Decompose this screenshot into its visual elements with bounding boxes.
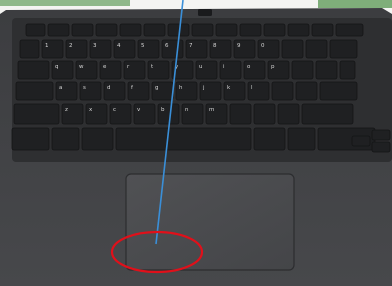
key-label: 0 — [261, 43, 265, 49]
keyboard-key — [81, 127, 114, 151]
key-label: m — [209, 107, 214, 113]
keyboard-key — [11, 127, 50, 151]
keyboard-key — [253, 127, 286, 151]
keyboard-key — [47, 23, 70, 37]
keyboard-key — [287, 23, 310, 37]
keyboard-key — [229, 103, 252, 125]
keyboard-key — [215, 23, 238, 37]
key-label: z — [65, 107, 68, 113]
keyboard-key — [19, 39, 40, 59]
keyboard-key — [17, 60, 50, 80]
keyboard-key — [25, 23, 46, 37]
key-label: 7 — [189, 43, 193, 49]
keyboard-key — [301, 103, 354, 125]
key-label: u — [199, 64, 203, 70]
arrow-key — [371, 129, 391, 141]
key-label: c — [113, 107, 116, 113]
keyboard-key — [119, 23, 142, 37]
key-label: 8 — [213, 43, 217, 49]
key-label: d — [107, 85, 111, 91]
keyboard-key — [319, 81, 358, 101]
keyboard-key — [51, 127, 80, 151]
touchpad — [125, 173, 295, 271]
keyboard-key — [95, 23, 118, 37]
green-edge-left — [0, 0, 130, 6]
key-label: 6 — [165, 43, 169, 49]
keyboard-key — [263, 23, 286, 37]
key-label: 2 — [69, 43, 73, 49]
key-label: a — [59, 85, 62, 91]
arrow-key — [371, 141, 391, 153]
keyboard-key — [281, 39, 304, 59]
key-label: s — [83, 85, 86, 91]
laptop-photo: 1234567890qwertyuiopasdfghjklzxcvbnm — [0, 0, 392, 286]
keyboard-key — [315, 60, 338, 80]
keyboard-key — [291, 60, 314, 80]
key-label: n — [185, 107, 189, 113]
keyboard-key — [287, 127, 316, 151]
key-label: 4 — [117, 43, 121, 49]
hinge-camera — [198, 9, 212, 16]
keyboard-key — [277, 103, 300, 125]
key-label: 3 — [93, 43, 97, 49]
keyboard-key — [15, 81, 54, 101]
key-label: 5 — [141, 43, 145, 49]
key-label: 1 — [45, 43, 49, 49]
keyboard-key — [335, 23, 364, 37]
key-label: w — [79, 64, 84, 70]
keyboard-key — [329, 39, 358, 59]
key-label: p — [271, 64, 275, 70]
key-label: 9 — [237, 43, 241, 49]
keyboard-key — [295, 81, 318, 101]
key-label: g — [155, 85, 159, 91]
keyboard: 1 2 3 4 5 6 7 8 9 0q w e r t y u i o pa s d f g h j k lz x c v b n m — [11, 23, 391, 153]
keyboard-key — [305, 39, 328, 59]
photo-canvas: 1 2 3 4 5 6 7 8 9 0q w e r t y u i o pa s d f g h j k lz x c v b n m — [0, 0, 392, 286]
keyboard-key — [71, 23, 94, 37]
keyboard-key — [13, 103, 60, 125]
keyboard-key — [339, 60, 356, 80]
key-label: h — [179, 85, 183, 91]
key-label: b — [161, 107, 165, 113]
keyboard-key — [271, 81, 294, 101]
keyboard-key — [239, 23, 262, 37]
keyboard-key — [253, 103, 276, 125]
keyboard-key — [143, 23, 166, 37]
arrow-key — [351, 135, 371, 147]
key-label: q — [55, 64, 59, 70]
keyboard-key — [311, 23, 334, 37]
keyboard-key — [191, 23, 214, 37]
keyboard-key — [115, 127, 252, 151]
green-edge-right — [318, 0, 392, 8]
